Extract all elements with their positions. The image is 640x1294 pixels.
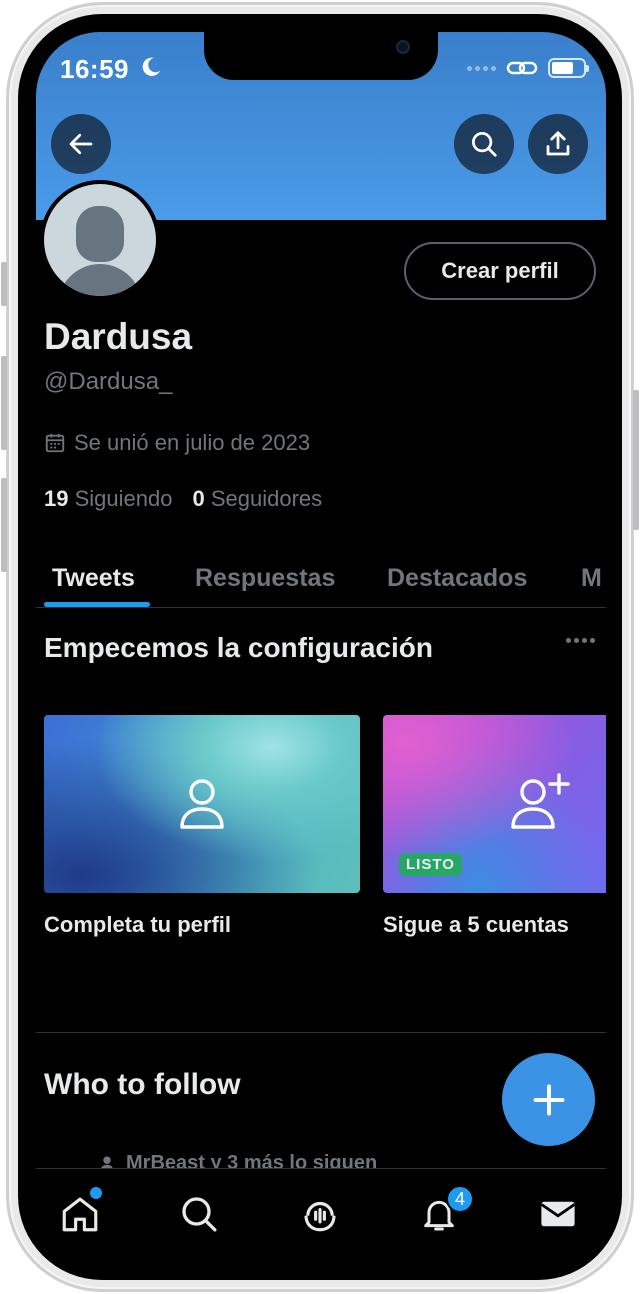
unread-dot: [90, 1187, 102, 1199]
mail-icon: [540, 1201, 576, 1227]
nav-spaces[interactable]: [297, 1191, 343, 1237]
followers-count: 0: [192, 486, 205, 511]
nav-search[interactable]: [176, 1191, 222, 1237]
tab-replies[interactable]: Respuestas: [195, 564, 335, 593]
display-name: Dardusa: [44, 316, 193, 357]
volume-down-button: [1, 478, 7, 572]
active-tab-indicator: [44, 602, 150, 607]
battery-icon: [548, 58, 589, 78]
join-date-label: Se unió en julio de 2023: [74, 430, 311, 455]
join-date: Se unió en julio de 2023: [44, 430, 310, 456]
plus-icon: [533, 1084, 564, 1115]
setup-card-label: Completa tu perfil: [44, 912, 232, 937]
section-divider: [36, 1032, 606, 1033]
following-count: 19: [44, 486, 69, 511]
compose-tweet-button[interactable]: [502, 1053, 595, 1146]
profile-tabs: Tweets Respuestas Destacados M: [36, 544, 606, 608]
nav-messages[interactable]: [535, 1191, 581, 1237]
app-screen: 16:59 Crear perfil Dardusa @Dardusa_ Se …: [36, 32, 606, 1262]
dynamic-notch: [204, 32, 438, 80]
signal-icon: [467, 65, 496, 71]
following-label: Siguiendo: [74, 486, 173, 511]
search-button[interactable]: [454, 114, 514, 174]
setup-title: Empecemos la configuración: [44, 632, 433, 663]
more-options-icon[interactable]: [566, 638, 595, 643]
setup-card-follow-accounts[interactable]: LISTO: [383, 715, 606, 893]
setup-card-label: Sigue a 5 cuentas: [383, 912, 569, 937]
search-icon: [472, 132, 497, 157]
setup-card-complete-profile[interactable]: [44, 715, 360, 893]
person-add-icon: [511, 773, 570, 829]
moon-icon: [142, 57, 161, 76]
search-icon: [182, 1197, 217, 1232]
calendar-icon: [45, 433, 65, 453]
who-to-follow-title: Who to follow: [44, 1068, 241, 1101]
arrow-left-icon: [69, 133, 93, 155]
share-button[interactable]: [528, 114, 588, 174]
mute-switch: [1, 262, 7, 306]
following-link[interactable]: 19 Siguiendo: [44, 486, 172, 512]
share-icon: [546, 131, 570, 156]
tab-media[interactable]: M: [581, 564, 602, 593]
followers-link[interactable]: 0 Seguidores: [192, 486, 322, 512]
avatar[interactable]: [40, 180, 160, 300]
status-indicators: [467, 58, 589, 78]
notification-badge: 4: [446, 1185, 474, 1213]
follow-stats: 19 Siguiendo 0 Seguidores: [44, 486, 322, 512]
done-badge: LISTO: [399, 853, 462, 876]
tab-highlights[interactable]: Destacados: [387, 564, 527, 593]
home-icon: [62, 1197, 98, 1232]
volume-up-button: [1, 356, 7, 450]
link-icon: [506, 61, 538, 75]
person-icon: [180, 779, 224, 829]
back-button[interactable]: [51, 114, 111, 174]
camera-icon: [396, 40, 410, 54]
create-profile-button[interactable]: Crear perfil: [404, 242, 596, 300]
user-handle: @Dardusa_: [44, 368, 173, 395]
power-button: [633, 390, 639, 530]
tab-tweets[interactable]: Tweets: [52, 564, 135, 593]
bottom-navigation: 4: [36, 1168, 606, 1262]
status-time: 16:59: [60, 54, 129, 84]
default-avatar-icon: [44, 184, 156, 296]
followers-label: Seguidores: [210, 486, 323, 511]
spaces-icon: [304, 1201, 336, 1232]
